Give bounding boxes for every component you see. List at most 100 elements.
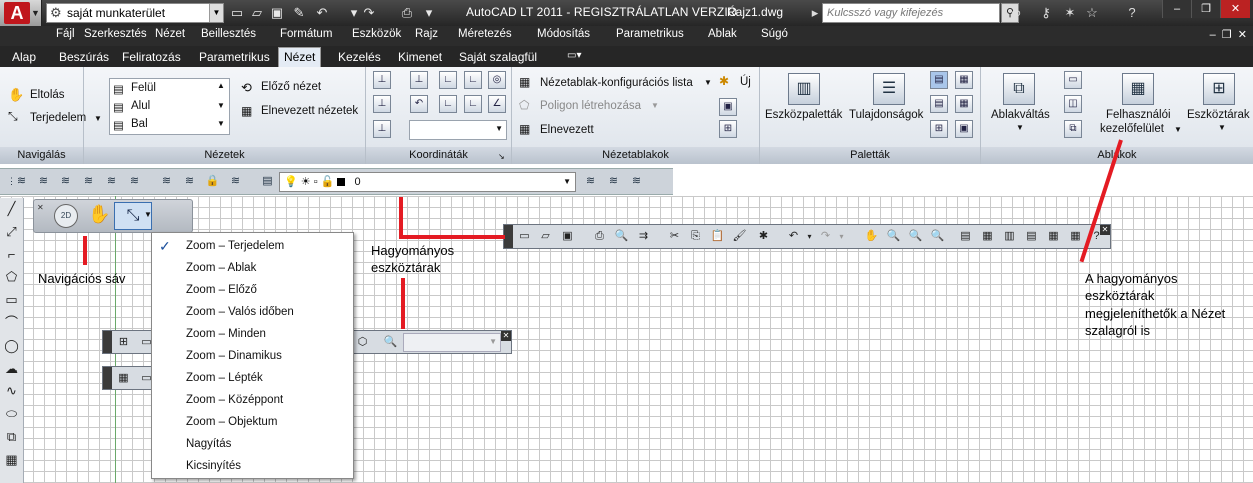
chevron-down-icon[interactable]: ▼ bbox=[144, 210, 152, 219]
tile-vertical-icon[interactable]: ◫ bbox=[1064, 95, 1082, 113]
pan-icon[interactable]: ✋ bbox=[8, 87, 24, 103]
view-list[interactable]: ▤ Felül ▤ Alul ▤ Bal ▲ ▼ ▼ bbox=[109, 78, 230, 135]
zoom-object-icon[interactable]: ⬡ bbox=[353, 333, 372, 352]
named-views-button[interactable]: Elnevezett nézetek bbox=[261, 105, 358, 117]
ucs-z-icon[interactable]: ∟ bbox=[464, 71, 482, 89]
zoom-extents-icon[interactable]: 🔍 bbox=[381, 333, 400, 352]
zoom-window-icon[interactable]: ⊞ bbox=[114, 333, 133, 352]
circle-icon[interactable]: ◯ bbox=[0, 335, 23, 358]
properties-icon[interactable]: ▤ bbox=[956, 227, 975, 246]
palette-b-icon[interactable]: ▦ bbox=[955, 71, 973, 89]
menu-item-zoom-object[interactable]: Zoom – Objektum bbox=[186, 416, 277, 428]
tab-alap[interactable]: Alap bbox=[12, 48, 36, 67]
tile-horizontal-icon[interactable]: ▭ bbox=[1064, 71, 1082, 89]
help-icon[interactable]: ? bbox=[1122, 3, 1142, 23]
new-viewport-button[interactable]: Új bbox=[740, 76, 751, 88]
view-item[interactable]: Felül bbox=[131, 82, 156, 94]
save-as-icon[interactable]: ✎ bbox=[290, 4, 308, 22]
toolbars-button[interactable]: Eszköztárak bbox=[1187, 109, 1250, 121]
menu-file[interactable]: Fájl bbox=[56, 28, 75, 40]
cascade-icon[interactable]: ⧉ bbox=[1064, 120, 1082, 138]
dialog-launcher-icon[interactable]: ↘ bbox=[498, 152, 505, 161]
line-icon[interactable]: ╱ bbox=[0, 198, 23, 221]
application-menu-button[interactable]: A ▼ bbox=[0, 0, 42, 26]
menu-insert[interactable]: Beillesztés bbox=[201, 28, 256, 40]
ribbon-options-icon[interactable]: ▭▾ bbox=[567, 48, 581, 67]
menu-item-zoom-scale[interactable]: Zoom – Lépték bbox=[186, 372, 263, 384]
user-interface-label-1[interactable]: Felhasználói bbox=[1106, 109, 1171, 121]
chevron-down-icon[interactable]: ▼ bbox=[1218, 123, 1226, 132]
construction-line-icon[interactable]: ⤢ bbox=[0, 221, 23, 244]
minimize-icon[interactable]: – bbox=[1163, 0, 1192, 18]
match-properties-icon[interactable]: 🖌 bbox=[730, 227, 749, 246]
ucs-previous-icon[interactable]: ↶ bbox=[410, 95, 428, 113]
tab-nezet[interactable]: Nézet bbox=[278, 47, 322, 67]
palette-c-icon[interactable]: ▤ bbox=[930, 95, 948, 113]
switch-windows-icon[interactable]: ⧉ bbox=[1003, 73, 1035, 105]
design-center-icon[interactable]: ▦ bbox=[978, 227, 997, 246]
revcloud-icon[interactable]: ☁ bbox=[0, 358, 23, 381]
favorites-icon[interactable]: ✶ bbox=[1060, 3, 1080, 23]
menu-item-zoom-all[interactable]: Zoom – Minden bbox=[186, 328, 266, 340]
ucs-object-icon[interactable]: ∠ bbox=[488, 95, 506, 113]
layer-walk-icon[interactable]: ≋ bbox=[605, 173, 622, 190]
key-icon[interactable]: ⚷ bbox=[1036, 3, 1056, 23]
tab-beszuras[interactable]: Beszúrás bbox=[59, 48, 109, 67]
layer-current-icon[interactable]: ≋ bbox=[35, 173, 52, 190]
layer-unlock-icon[interactable]: ≋ bbox=[227, 173, 244, 190]
menu-tools[interactable]: Eszközök bbox=[352, 28, 401, 40]
switch-windows-button[interactable]: Ablakváltás bbox=[991, 109, 1050, 121]
tab-feliratozas[interactable]: Feliratozás bbox=[122, 48, 181, 67]
layer-freeze-icon[interactable]: ≋ bbox=[158, 173, 175, 190]
new-file-icon[interactable]: ▭ bbox=[228, 4, 246, 22]
insert-block-icon[interactable]: ⧉ bbox=[0, 426, 23, 449]
layer-unisolate-icon[interactable]: ≋ bbox=[126, 173, 143, 190]
menu-modify[interactable]: Módosítás bbox=[537, 28, 590, 40]
previous-view-icon[interactable]: ⟲ bbox=[241, 80, 252, 96]
document-window-controls[interactable]: – ❐ ✕ bbox=[1210, 28, 1247, 41]
redo-icon[interactable]: ↷ bbox=[360, 4, 378, 22]
paste-icon[interactable]: 📋 bbox=[708, 227, 727, 246]
ucs-icon[interactable]: ⊥ bbox=[373, 71, 391, 89]
menu-item-zoom-previous[interactable]: Zoom – Előző bbox=[186, 284, 257, 296]
ucs-named-icon[interactable]: ⊥ bbox=[373, 120, 391, 138]
palette-a-icon[interactable]: ▤ bbox=[930, 71, 948, 89]
chevron-down-icon[interactable]: ▼ bbox=[1174, 125, 1182, 134]
open-folder-icon[interactable]: ▱ bbox=[536, 227, 555, 246]
make-current-icon[interactable]: ≋ bbox=[582, 173, 599, 190]
markup-icon[interactable]: ▦ bbox=[1044, 227, 1063, 246]
menu-view[interactable]: Nézet bbox=[155, 28, 185, 40]
pan-icon[interactable]: ✋ bbox=[862, 227, 881, 246]
chevron-down-icon[interactable]: ▼ bbox=[1016, 123, 1024, 132]
arc-icon[interactable]: ⌒ bbox=[0, 312, 23, 335]
new-file-icon[interactable]: ▭ bbox=[515, 227, 534, 246]
layout-icon[interactable]: ▦ bbox=[114, 369, 133, 388]
menu-item-zoom-out[interactable]: Kicsinyítés bbox=[186, 460, 241, 472]
view-item[interactable]: Alul bbox=[131, 100, 150, 112]
tab-sajat-szalagful[interactable]: Saját szalagfül bbox=[459, 48, 537, 67]
star-icon[interactable]: ☆ bbox=[1082, 3, 1102, 23]
sheet-set-icon[interactable]: ▤ bbox=[1022, 227, 1041, 246]
calculator-icon[interactable]: ▦ bbox=[1066, 227, 1085, 246]
menu-item-zoom-realtime[interactable]: Zoom – Valós időben bbox=[186, 306, 294, 318]
close-icon[interactable]: ✕ bbox=[501, 331, 511, 341]
tool-palettes-icon[interactable]: ▥ bbox=[788, 73, 820, 105]
cut-icon[interactable]: ✂ bbox=[665, 227, 684, 246]
zoom-previous-icon[interactable]: 🔍 bbox=[928, 227, 947, 246]
ucs-origin-icon[interactable]: ∟ bbox=[439, 71, 457, 89]
zoom-realtime-icon[interactable]: 🔍 bbox=[884, 227, 903, 246]
rectangle-icon[interactable]: ▭ bbox=[0, 289, 23, 312]
properties-icon[interactable]: ☰ bbox=[873, 73, 905, 105]
menu-format[interactable]: Formátum bbox=[280, 28, 332, 40]
toolbars-icon[interactable]: ⊞ bbox=[1203, 73, 1235, 105]
workspace-select[interactable]: ⚙ saját munkaterület ▼ bbox=[46, 3, 224, 23]
polyline-icon[interactable]: ⌐ bbox=[0, 244, 23, 267]
ucs-world-icon[interactable]: ⊥ bbox=[410, 71, 428, 89]
zoom-select[interactable]: ▼ bbox=[403, 333, 501, 352]
layer-manager-icon[interactable]: ▤ bbox=[259, 173, 276, 190]
layer-isolate-icon[interactable]: ≋ bbox=[103, 173, 120, 190]
named-views-icon[interactable]: ▦ bbox=[241, 104, 252, 118]
zoom-window-icon[interactable]: 🔍 bbox=[906, 227, 925, 246]
toolbar-grip[interactable] bbox=[103, 331, 112, 353]
menu-item-zoom-window[interactable]: Zoom – Ablak bbox=[186, 262, 256, 274]
